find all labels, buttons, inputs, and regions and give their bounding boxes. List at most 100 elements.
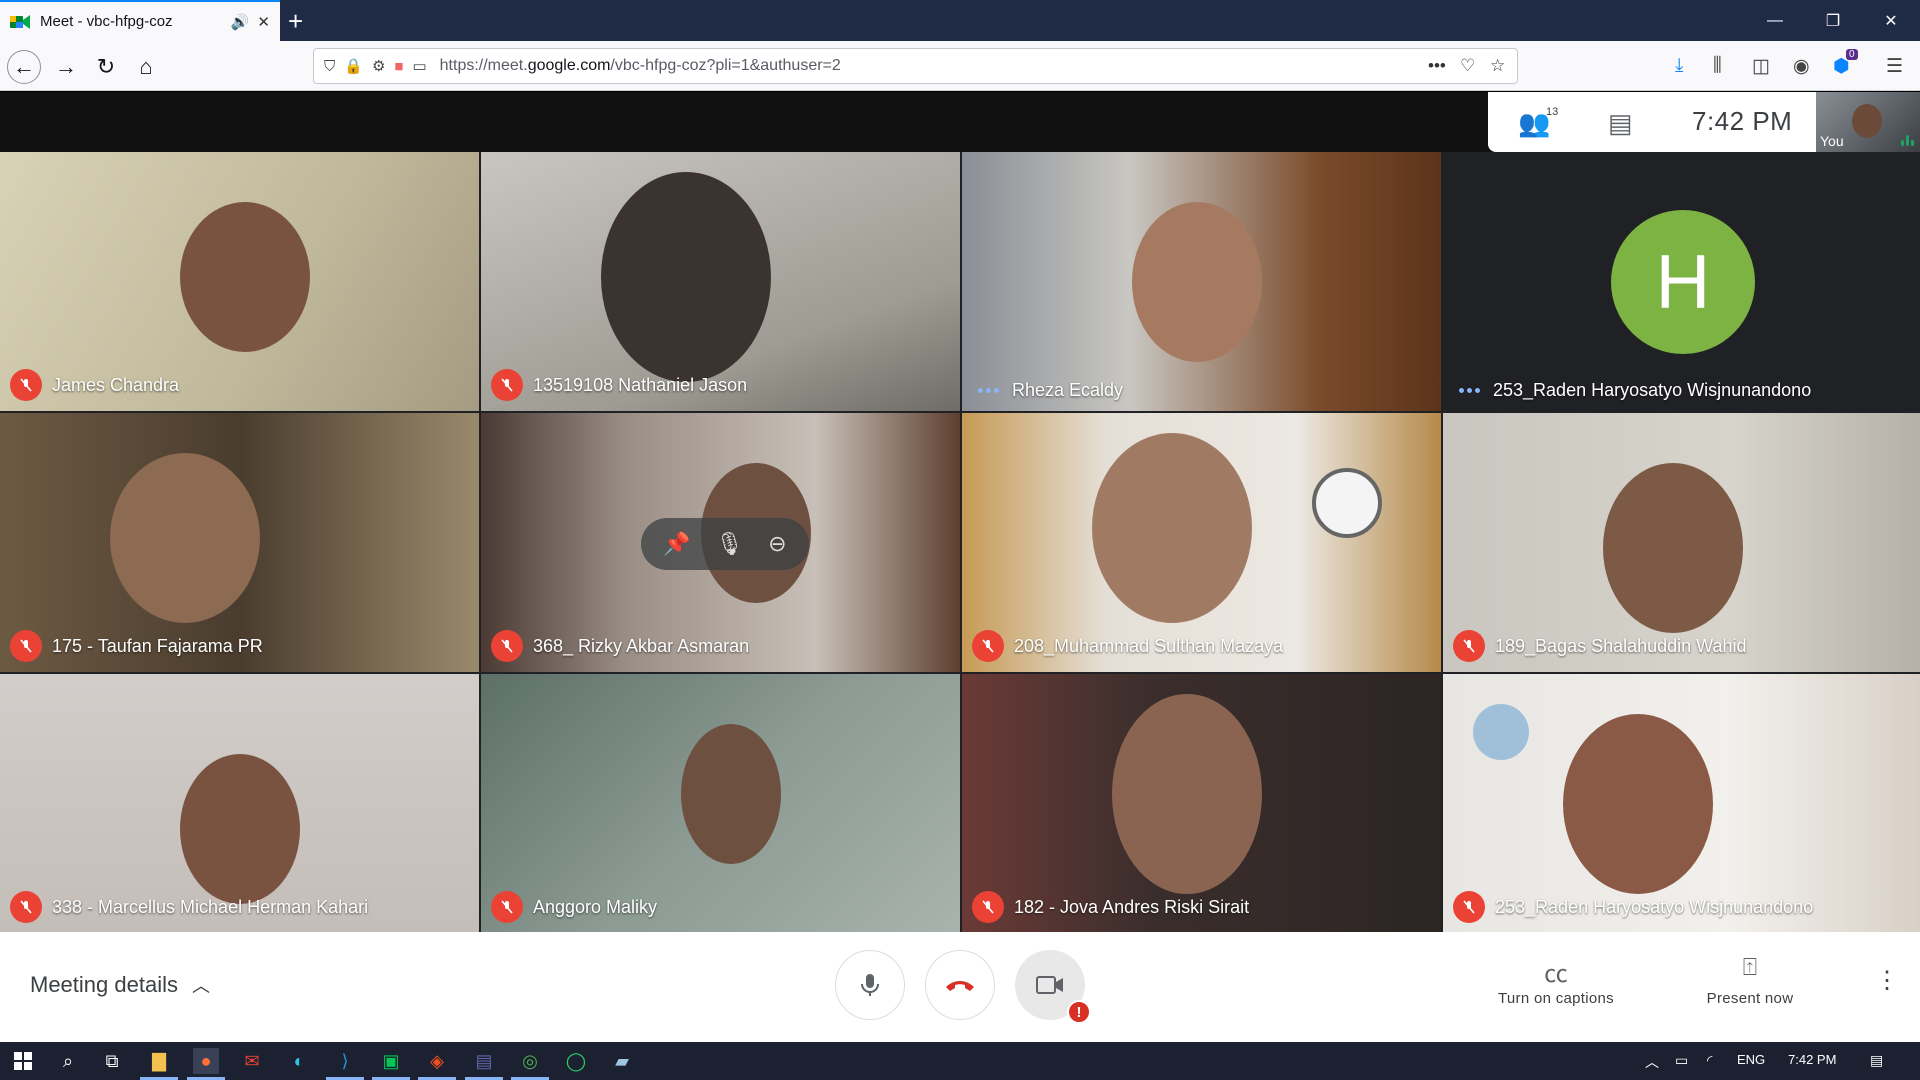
screen-share-icon[interactable]: ▭ <box>412 57 426 75</box>
captions-button[interactable]: ㏄ Turn on captions <box>1486 954 1626 1007</box>
participant-count: 13 <box>1546 106 1559 118</box>
lock-icon[interactable]: 🔒 <box>344 57 363 75</box>
camera-button[interactable]: ! <box>1015 950 1091 1024</box>
participant-tile[interactable]: 📌 🎙 ⊖ 368_ Rizky Akbar Asmaran <box>481 413 960 672</box>
mic-off-icon <box>1453 891 1485 923</box>
participant-tile[interactable]: 175 - Taufan Fajarama PR <box>0 413 479 672</box>
present-screen-icon: ⍐ <box>1742 954 1758 981</box>
speaking-indicator-icon <box>972 388 1004 393</box>
browser-nav-bar: ← → ↻ ⌂ ⛉ 🔒 ⚙ ■ ▭ https://meet.google.co… <box>0 41 1920 91</box>
downloads-icon[interactable]: ⤓ <box>1675 55 1683 77</box>
participant-tile[interactable]: Anggoro Maliky <box>481 674 960 933</box>
participant-video <box>1092 433 1252 623</box>
microphone-icon <box>861 974 879 996</box>
mic-off-icon <box>1453 630 1485 662</box>
windows-start-icon[interactable] <box>10 1048 36 1074</box>
url-text: https://meet.google.com/vbc-hfpg-coz?pli… <box>439 57 841 74</box>
file-explorer-icon[interactable]: ▇ <box>140 1048 178 1080</box>
forward-icon[interactable]: → <box>49 50 83 84</box>
participant-video <box>180 202 310 352</box>
taskbar-clock[interactable]: 7:42 PM <box>1788 1052 1836 1067</box>
sidebar-icon[interactable]: ◫ <box>1752 55 1770 78</box>
chrome-icon[interactable]: ◎ <box>511 1048 549 1080</box>
participant-video <box>601 172 771 382</box>
participant-name: Rheza Ecaldy <box>1012 380 1124 400</box>
menu-icon[interactable]: ☰ <box>1886 55 1903 78</box>
participant-video <box>110 453 260 623</box>
participant-tile[interactable]: James Chandra <box>0 152 479 411</box>
chat-icon[interactable]: ▤ <box>1608 108 1633 139</box>
wifi-icon[interactable]: ◜ <box>1707 1052 1712 1069</box>
pin-icon[interactable]: 📌 <box>663 531 690 557</box>
line-icon[interactable]: ▣ <box>372 1048 410 1080</box>
remove-participant-icon[interactable]: ⊖ <box>768 531 786 557</box>
whatsapp-icon[interactable]: ◯ <box>563 1048 589 1074</box>
participant-tile[interactable]: 208_Muhammad Sulthan Mazaya <box>962 413 1441 672</box>
search-icon[interactable]: ⌕ <box>55 1048 81 1074</box>
self-view-tile[interactable]: You <box>1816 92 1920 152</box>
leave-call-button[interactable] <box>925 950 995 1020</box>
participant-tile[interactable]: H 253_Raden Haryosatyo Wisjnunandono <box>1443 152 1920 411</box>
address-bar[interactable]: ⛉ 🔒 ⚙ ■ ▭ https://meet.google.com/vbc-hf… <box>313 48 1518 84</box>
participant-name: 13519108 Nathaniel Jason <box>533 374 748 395</box>
gmail-icon[interactable]: ✉ <box>239 1048 265 1074</box>
mic-off-icon <box>10 630 42 662</box>
figma-icon[interactable]: ◈ <box>418 1048 456 1080</box>
participant-name: 208_Muhammad Sulthan Mazaya <box>1014 635 1284 656</box>
present-now-button[interactable]: ⍐ Present now <box>1680 954 1820 1007</box>
close-window-icon[interactable]: ✕ <box>1862 0 1920 41</box>
speaker-icon[interactable]: 🔊 <box>231 13 250 31</box>
microphone-button[interactable] <box>835 950 905 1020</box>
participant-tile[interactable]: Rheza Ecaldy <box>962 152 1441 411</box>
mic-off-icon <box>491 630 523 662</box>
permissions-icon[interactable]: ⚙ <box>372 57 385 75</box>
participant-tile[interactable]: 182 - Jova Andres Riski Sirait <box>962 674 1441 933</box>
edge-icon[interactable]: ◐ <box>286 1048 312 1074</box>
notifications-icon[interactable]: ▤ <box>1870 1052 1883 1069</box>
more-options-icon[interactable]: ⋮ <box>1875 966 1899 995</box>
home-icon[interactable]: ⌂ <box>129 50 163 84</box>
participant-tile[interactable]: 13519108 Nathaniel Jason <box>481 152 960 411</box>
shield-icon[interactable]: ⛉ <box>324 58 335 75</box>
camera-blocked-icon[interactable]: ■ <box>394 58 403 75</box>
language-indicator[interactable]: ENG <box>1737 1052 1765 1067</box>
participant-video <box>1132 202 1262 362</box>
page-actions-icon[interactable]: ••• <box>1428 56 1446 76</box>
pocket-icon[interactable]: ♡ <box>1460 56 1475 76</box>
participant-tile[interactable]: 189_Bagas Shalahuddin Wahid <box>1443 413 1920 672</box>
self-label: You <box>1820 133 1844 149</box>
participant-tile[interactable]: 253_Raden Haryosatyo Wisjnunandono <box>1443 674 1920 933</box>
new-tab-button[interactable]: + <box>288 6 303 37</box>
mic-off-icon <box>972 891 1004 923</box>
meeting-details-label: Meeting details <box>30 972 178 997</box>
show-hidden-icons-icon[interactable]: ︿ <box>1645 1052 1659 1072</box>
reload-icon[interactable]: ↻ <box>89 50 123 84</box>
restore-icon[interactable]: ❐ <box>1804 0 1862 41</box>
close-tab-icon[interactable]: ✕ <box>257 13 270 31</box>
library-icon[interactable]: ⫼ <box>1713 55 1722 77</box>
vscode-icon[interactable]: ⟩ <box>326 1048 364 1080</box>
audio-level-icon <box>1901 135 1914 146</box>
battery-icon[interactable]: ▭ <box>1675 1052 1688 1069</box>
firefox-icon[interactable]: ● <box>187 1048 225 1080</box>
back-icon[interactable]: ← <box>7 50 41 84</box>
end-call-icon <box>946 981 974 991</box>
windows-taskbar: ⌕ ⧉ ▇ ● ✉ ◐ ⟩ ▣ ◈ ▤ ◎ ◯ ▰ ︿ ▭ ◜ ENG 7:42… <box>0 1042 1920 1080</box>
teams-icon[interactable]: ▤ <box>465 1048 503 1080</box>
bookmark-star-icon[interactable]: ☆ <box>1490 56 1505 76</box>
participant-tile[interactable]: 338 - Marcellus Michael Herman Kahari <box>0 674 479 933</box>
task-view-icon[interactable]: ⧉ <box>99 1048 125 1074</box>
meeting-details-button[interactable]: Meeting details ︿ <box>30 972 210 998</box>
browser-tab-meet[interactable]: Meet - vbc-hfpg-coz 🔊 ✕ <box>0 0 280 41</box>
minimize-icon[interactable]: — <box>1746 0 1804 41</box>
participant-name: James Chandra <box>52 374 180 395</box>
captions-label: Turn on captions <box>1498 990 1614 1007</box>
tab-title: Meet - vbc-hfpg-coz <box>40 13 173 30</box>
account-icon[interactable]: ◉ <box>1793 55 1810 78</box>
mute-participant-icon[interactable]: 🎙 <box>716 531 744 557</box>
closed-captions-icon: ㏄ <box>1544 961 1568 988</box>
notes-app-icon[interactable]: ▰ <box>609 1048 635 1074</box>
wall-clock <box>1312 468 1382 538</box>
camera-warning-badge: ! <box>1067 1000 1091 1024</box>
tile-hover-controls: 📌 🎙 ⊖ <box>641 518 809 570</box>
